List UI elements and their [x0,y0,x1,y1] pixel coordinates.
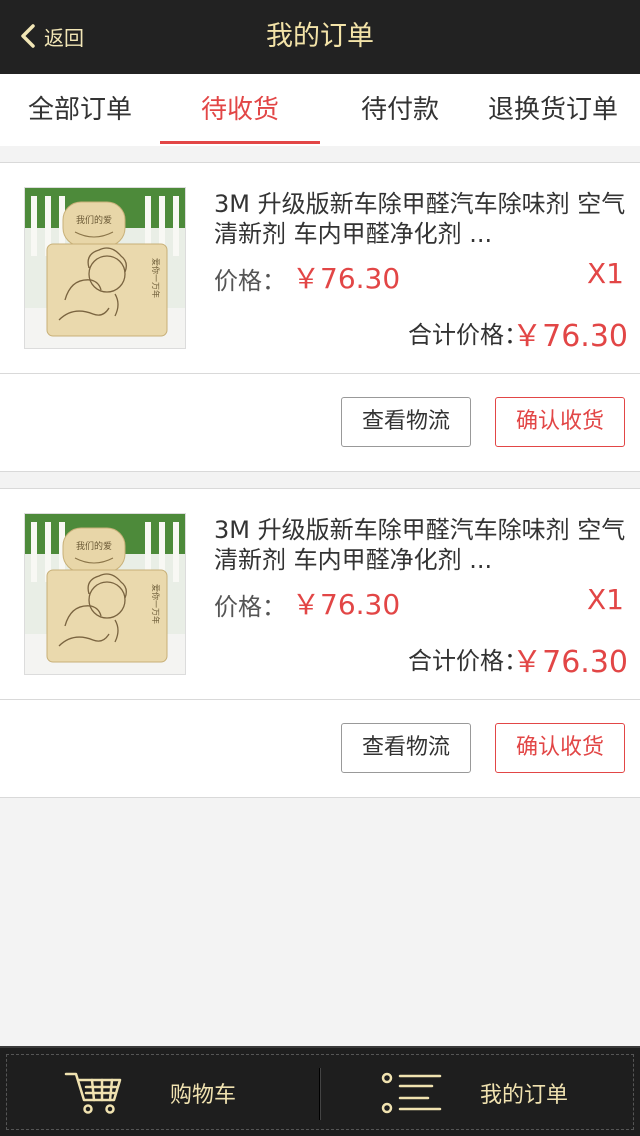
top-nav-bar: 返回 我的订单 [0,0,640,74]
nav-my-orders-label: 我的订单 [480,1083,569,1108]
confirm-receipt-button[interactable]: 确认收货 [495,397,625,447]
total-price: ￥76.30 [512,645,628,680]
image-caption-side: 爱你一万年 [151,584,161,624]
product-image[interactable]: 我们的爱 爱你一万年 [24,187,186,349]
tab-pending-payment[interactable]: 待付款 [320,74,480,146]
order-card: 我们的爱 爱你一万年 3M 升级版新车除甲醛汽车除味剂 空气清新剂 车内甲醛净化… [0,162,640,472]
product-image[interactable]: 我们的爱 爱你一万年 [24,513,186,675]
product-name[interactable]: 3M 升级版新车除甲醛汽车除味剂 空气清新剂 车内甲醛净化剂 ... [214,189,626,249]
price-label: 价格： [214,593,286,621]
view-logistics-button[interactable]: 查看物流 [341,723,471,773]
divider [0,373,640,374]
confirm-receipt-button[interactable]: 确认收货 [495,723,625,773]
product-name[interactable]: 3M 升级版新车除甲醛汽车除味剂 空气清新剂 车内甲醛净化剂 ... [214,515,626,575]
image-caption-top: 我们的爱 [76,540,112,552]
shopping-cart-icon [64,1072,122,1114]
view-logistics-button[interactable]: 查看物流 [341,397,471,447]
divider [0,699,640,700]
unit-price: ￥76.30 [292,262,401,295]
unit-price: ￥76.30 [292,588,401,621]
order-card: 我们的爱 爱你一万年 3M 升级版新车除甲醛汽车除味剂 空气清新剂 车内甲醛净化… [0,488,640,798]
total-price: ￥76.30 [512,319,628,354]
page-title: 我的订单 [266,21,374,52]
tab-pending-receipt[interactable]: 待收货 [160,74,320,146]
total-label: 合计价格： [408,321,528,349]
nav-divider [319,1068,321,1120]
order-list-icon [381,1072,442,1114]
nav-cart-button[interactable]: 购物车 [64,1048,236,1136]
nav-my-orders-button[interactable]: 我的订单 [380,1048,568,1136]
quantity: X1 [587,257,624,290]
image-caption-top: 我们的爱 [76,214,112,226]
image-caption-side: 爱你一万年 [151,258,161,298]
total-label: 合计价格： [408,647,528,675]
tab-all-orders[interactable]: 全部订单 [0,74,160,146]
bottom-tab-bar: 购物车 我的订单 [0,1046,640,1136]
price-label: 价格： [214,267,286,295]
quantity: X1 [587,583,624,616]
tab-returns[interactable]: 退换货订单 [478,74,628,146]
order-status-tabs: 全部订单 待收货 待付款 退换货订单 [0,74,640,146]
nav-cart-label: 购物车 [170,1083,237,1108]
